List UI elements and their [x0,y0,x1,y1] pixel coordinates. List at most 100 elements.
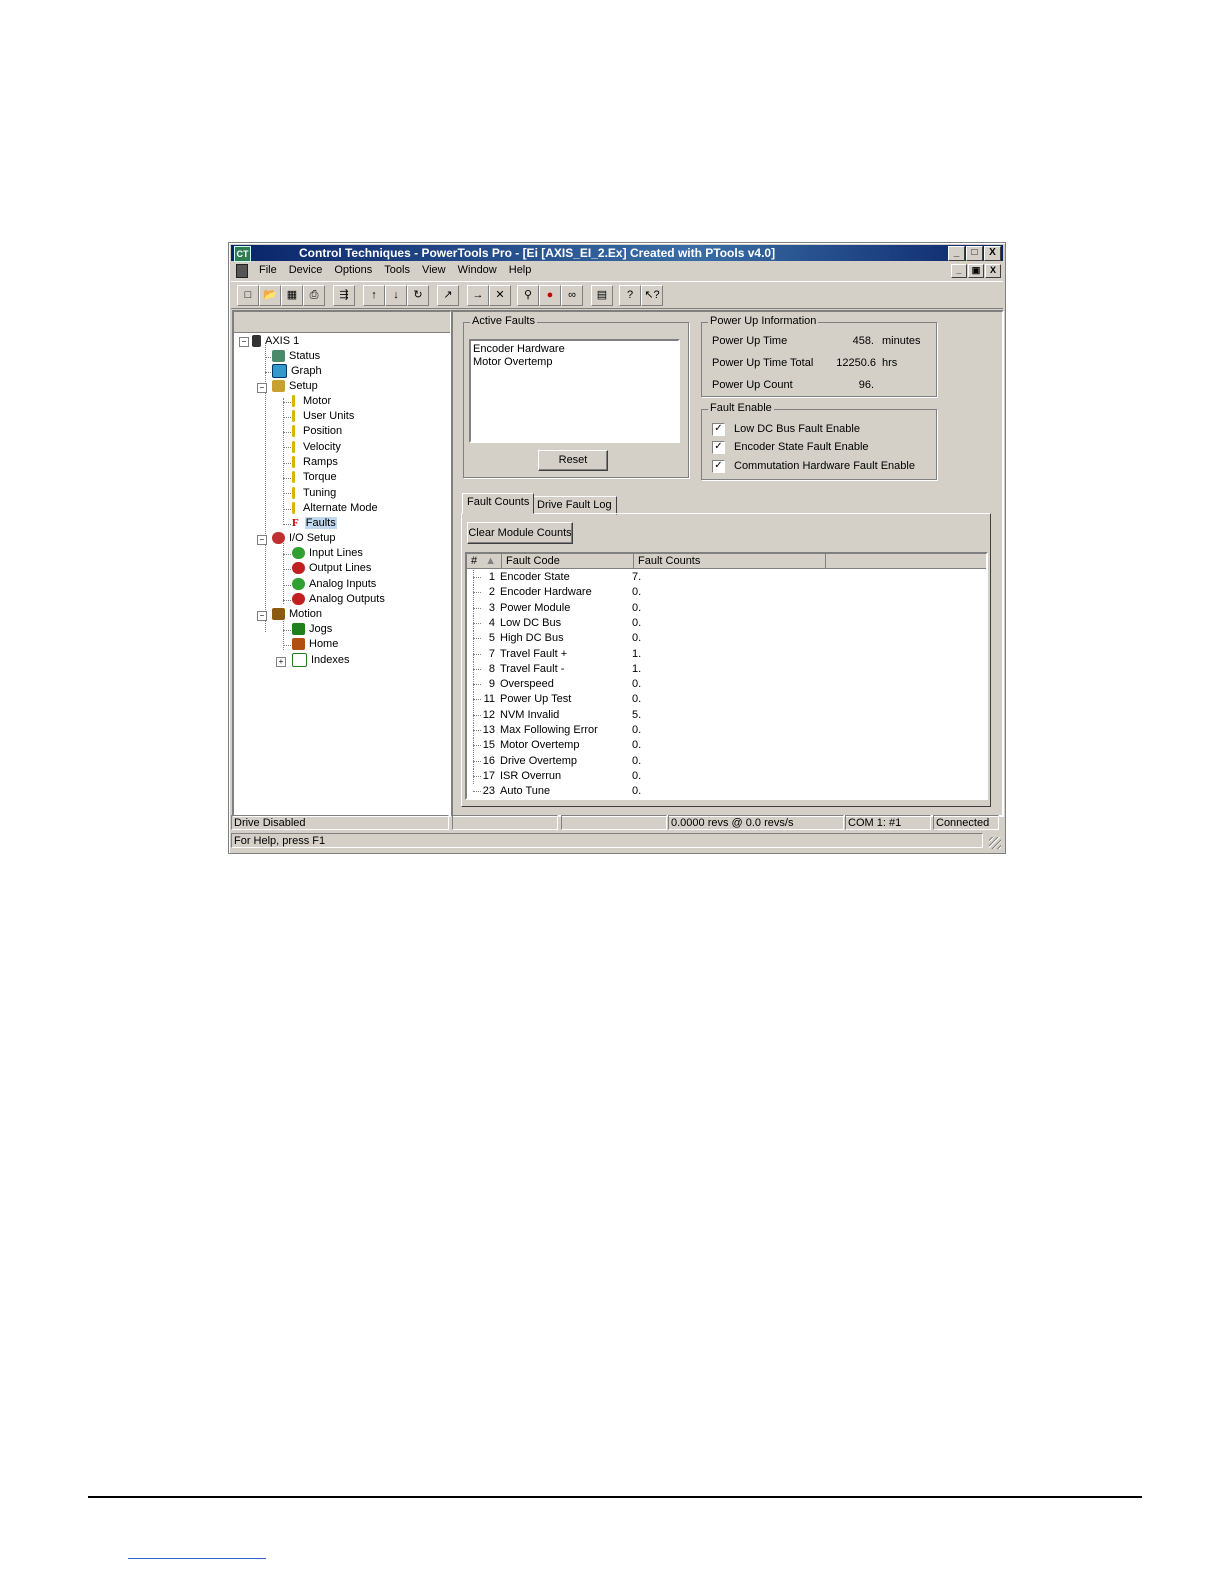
row-connector [473,677,474,693]
title-bar[interactable]: CT Control Techniques - PowerTools Pro -… [231,245,1003,262]
table-row[interactable]: 2 Encoder Hardware 0. [467,585,982,601]
menu-options[interactable]: Options [328,264,378,276]
tree-item-alternate-mode[interactable]: Alternate Mode [292,501,378,515]
collapse-icon[interactable]: − [257,383,267,393]
transfer-icon[interactable]: → [467,285,489,306]
table-row[interactable]: 9 Overspeed 0. [467,677,982,693]
menu-help[interactable]: Help [503,264,538,276]
table-row[interactable]: 11 Power Up Test 0. [467,692,982,708]
active-fault-item[interactable]: Encoder Hardware [473,343,676,356]
menu-device[interactable]: Device [283,264,329,276]
tree-item-velocity[interactable]: Velocity [292,440,341,454]
tree-item-motor[interactable]: Motor [292,394,331,408]
table-row[interactable]: 16 Drive Overtemp 0. [467,753,982,769]
tree-item-torque[interactable]: Torque [292,470,337,484]
active-faults-list[interactable]: Encoder Hardware Motor Overtemp [469,339,680,443]
column-header-fault-counts[interactable]: Fault Counts [634,554,826,569]
status-panel-empty-2 [561,815,667,830]
save-icon[interactable]: ▦ [281,285,303,306]
mdi-minimize-button[interactable]: _ [951,264,967,278]
stop-icon[interactable]: ● [539,285,561,306]
column-header-empty [826,554,986,569]
motion-icon [272,608,285,621]
help-icon[interactable]: ? [619,285,641,306]
mdi-restore-button[interactable]: ▣ [968,264,984,278]
collapse-icon[interactable]: − [257,535,267,545]
resize-grip-icon[interactable] [989,837,1001,849]
tree-item-tuning[interactable]: Tuning [292,486,336,500]
tree-item-status[interactable]: Status [272,349,320,363]
tree-item-ramps[interactable]: Ramps [292,455,338,469]
mdi-close-button[interactable]: X [985,264,1001,278]
expand-icon[interactable]: + [276,657,286,667]
menu-file[interactable]: File [253,264,283,276]
tree-item-faults[interactable]: F Faults [292,516,337,530]
tree-item-analog-outputs[interactable]: Analog Outputs [292,592,385,606]
table-row[interactable]: 23 Auto Tune 0. [467,784,982,799]
column-header-fault-code[interactable]: Fault Code [502,554,634,569]
disconnect-icon[interactable]: ✕ [489,285,511,306]
low-dc-bus-checkbox[interactable]: ✓ [712,423,725,436]
tree-item-user-units[interactable]: User Units [292,409,354,423]
table-row[interactable]: 1 Encoder State 7. [467,570,982,585]
commutation-hardware-checkbox[interactable]: ✓ [712,460,725,473]
table-row[interactable]: 13 Max Following Error 0. [467,723,982,738]
minimize-button[interactable]: _ [948,246,965,261]
power-up-total-label: Power Up Time Total [712,357,814,369]
maximize-button[interactable]: □ [966,246,983,261]
download-icon[interactable]: ↓ [385,285,407,306]
connect-icon[interactable]: ↗ [437,285,459,306]
tree-item-position[interactable]: Position [292,424,342,438]
table-row[interactable]: 7 Travel Fault + 1. [467,646,982,662]
search-icon[interactable]: ⚲ [517,285,539,306]
clear-module-counts-button[interactable]: Clear Module Counts [467,522,573,544]
tree-item-analog-inputs[interactable]: Analog Inputs [292,577,376,591]
tree-item-output-lines[interactable]: Output Lines [292,561,371,575]
tree-item-indexes[interactable]: Indexes [292,653,350,668]
cell-number: 12 [482,708,495,721]
fault-enable-group: Fault Enable ✓ Low DC Bus Fault Enable ✓… [701,402,937,480]
collapse-icon[interactable]: − [257,611,267,621]
menu-window[interactable]: Window [452,264,503,276]
reset-button[interactable]: Reset [538,450,608,471]
upload-icon[interactable]: ↑ [363,285,385,306]
app-icon[interactable]: CT [234,246,251,262]
cell-fault-code: Low DC Bus [500,616,562,629]
collapse-icon[interactable]: − [239,337,249,347]
port-status: COM 1: #1 [845,815,931,830]
open-icon[interactable]: 📂 [259,285,281,306]
view-icon[interactable]: ∞ [561,285,583,306]
print-icon[interactable]: ⎙ [303,285,325,306]
table-row[interactable]: 5 High DC Bus 0. [467,631,982,647]
tree-item-setup[interactable]: Setup [272,379,318,393]
export-icon[interactable]: ⇶ [333,285,355,306]
table-row[interactable]: 17 ISR Overrun 0. [467,768,982,784]
encoder-state-checkbox[interactable]: ✓ [712,441,725,454]
new-icon[interactable]: □ [237,285,259,306]
tree-item-input-lines[interactable]: Input Lines [292,546,363,560]
tree-item-io-setup[interactable]: I/O Setup [272,531,335,545]
table-row[interactable]: 8 Travel Fault - 1. [467,661,982,677]
active-fault-item[interactable]: Motor Overtemp [473,356,676,369]
table-row[interactable]: 4 Low DC Bus 0. [467,615,982,631]
tree-item-home[interactable]: Home [292,637,338,651]
table-row[interactable]: 3 Power Module 0. [467,600,982,616]
tree-item-graph[interactable]: Graph [272,364,322,379]
refresh-icon[interactable]: ↻ [407,285,429,306]
context-help-icon[interactable]: ↖? [641,285,663,306]
tree-item-jogs[interactable]: Jogs [292,622,332,636]
tab-fault-counts[interactable]: Fault Counts [462,493,535,514]
row-connector [473,791,481,793]
document-icon[interactable] [236,264,248,278]
tree-item-motion[interactable]: Motion [272,607,322,621]
table-row[interactable]: 15 Motor Overtemp 0. [467,738,982,754]
power-up-time-label: Power Up Time [712,335,788,347]
menu-view[interactable]: View [416,264,452,276]
window-icon[interactable]: ▤ [591,285,613,306]
menu-tools[interactable]: Tools [378,264,416,276]
row-connector [473,699,481,701]
column-header-number[interactable]: # ▲ [467,554,502,569]
table-row[interactable]: 12 NVM Invalid 5. [467,707,982,723]
tree-root[interactable]: AXIS 1 [252,334,299,348]
close-button[interactable]: X [984,246,1001,261]
